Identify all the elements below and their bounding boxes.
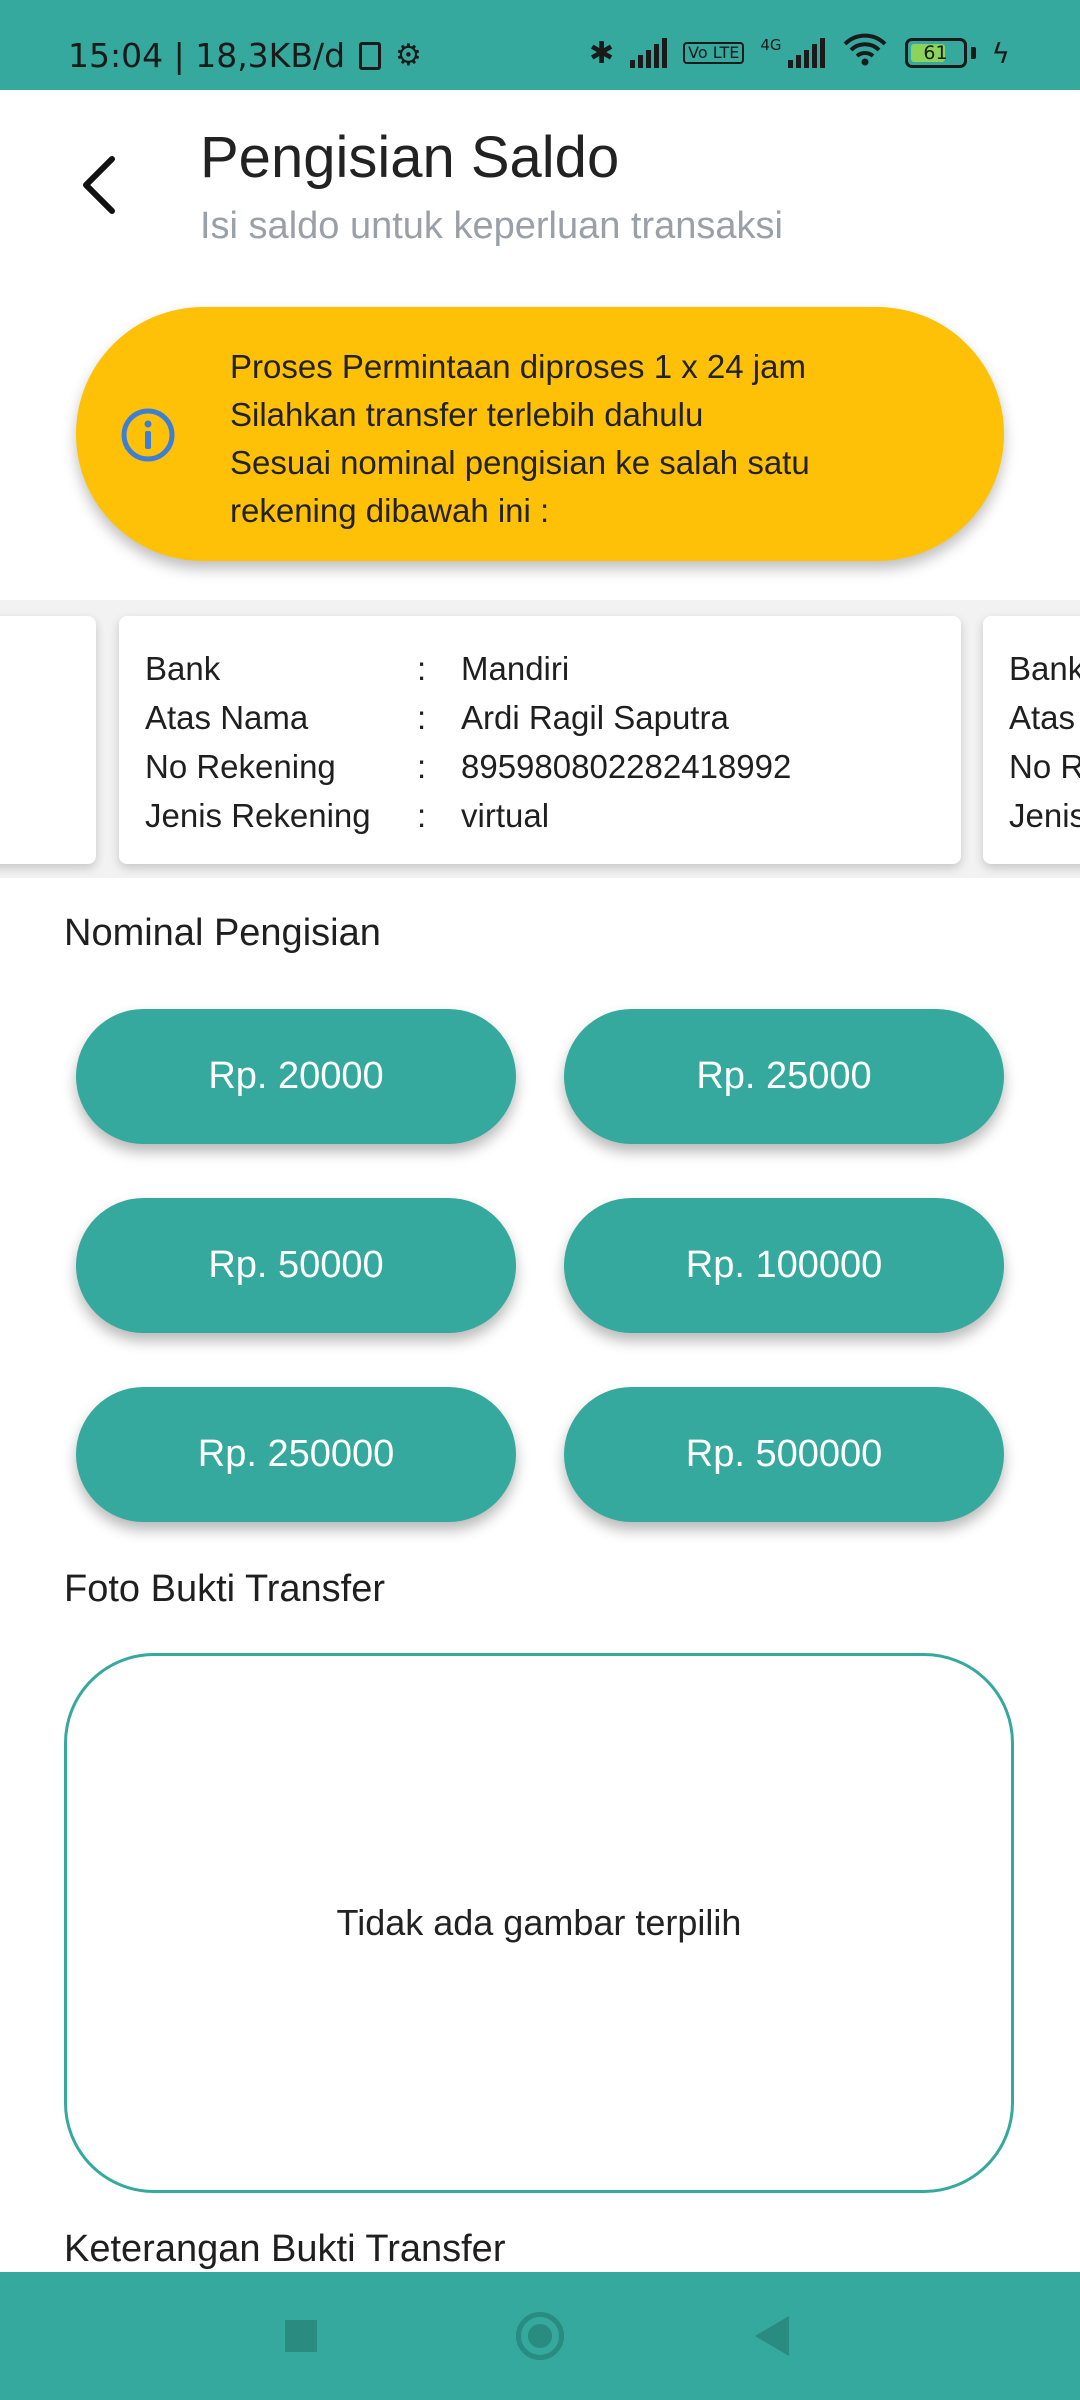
system-nav-bar	[0, 2272, 1080, 2400]
bank-card[interactable]: Bank : Mandiri Atas Nama : Ardi Ragil Sa…	[119, 616, 961, 864]
amount-button-250000[interactable]: Rp. 250000	[76, 1387, 516, 1522]
page-subtitle: Isi saldo untuk keperluan transaksi	[200, 205, 783, 247]
bank-row-value: virtual	[461, 797, 550, 834]
bank-row-value: 895980802282418992	[461, 748, 792, 785]
amount-button-500000[interactable]: Rp. 500000	[564, 1387, 1004, 1522]
info-line: Proses Permintaan diproses 1 x 24 jam	[230, 348, 806, 385]
photo-upload-area[interactable]: Tidak ada gambar terpilih	[64, 1653, 1014, 2193]
bank-row-label: No R	[1009, 748, 1080, 785]
info-line: rekening dibawah ini :	[230, 492, 550, 529]
description-label: Keterangan Bukti Transfer	[64, 2228, 506, 2270]
notification-icon	[359, 41, 382, 70]
settings-gear-icon: ⚙	[395, 38, 422, 73]
wifi-icon	[841, 32, 889, 74]
bank-row-label: Atas	[1009, 699, 1076, 736]
battery-icon: 61	[904, 38, 967, 68]
info-banner: Proses Permintaan diproses 1 x 24 jam Si…	[76, 307, 1004, 561]
back-arrow-icon	[83, 156, 115, 214]
info-line: Sesuai nominal pengisian ke salah satu	[230, 444, 810, 481]
back-button[interactable]	[58, 140, 138, 230]
network-type: 4G	[760, 36, 782, 54]
bank-row-separator: :	[417, 797, 427, 834]
bank-row-separator: :	[417, 650, 427, 687]
bank-card-previous[interactable]	[0, 616, 96, 864]
status-bar: 15:04 | 18,3KB/d ⚙ ✱ Vo LTE 4G 61 ϟ	[0, 0, 1080, 90]
bank-carousel[interactable]: Bank : Mandiri Atas Nama : Ardi Ragil Sa…	[0, 600, 1080, 878]
charging-icon: ϟ	[991, 36, 1010, 70]
bank-row: Atas	[1009, 699, 1075, 747]
bank-row: Bank	[1009, 650, 1080, 698]
info-line: Silahkan transfer terlebih dahulu	[230, 396, 704, 433]
system-back-button[interactable]	[755, 2316, 789, 2356]
nominal-label: Nominal Pengisian	[64, 912, 381, 954]
battery-tip	[970, 47, 976, 59]
bank-row-label: Bank	[1009, 650, 1080, 687]
info-icon	[121, 408, 175, 462]
volte-badge: Vo LTE	[683, 42, 745, 64]
bank-row-label: Jenis Rekening	[145, 797, 371, 834]
amount-button-100000[interactable]: Rp. 100000	[564, 1198, 1004, 1333]
bank-row-label: Atas Nama	[145, 699, 309, 736]
photo-label: Foto Bukti Transfer	[64, 1568, 386, 1610]
bank-row: Jenis	[1009, 797, 1080, 845]
bank-row-separator: :	[417, 699, 427, 736]
bank-row-separator: :	[417, 748, 427, 785]
bank-row-label: Bank	[145, 650, 221, 687]
bank-row: No R	[1009, 748, 1080, 796]
amount-button-20000[interactable]: Rp. 20000	[76, 1009, 516, 1144]
amount-button-25000[interactable]: Rp. 25000	[564, 1009, 1004, 1144]
bank-row-value: Ardi Ragil Saputra	[461, 699, 729, 736]
status-right: ✱ Vo LTE 4G 61 ϟ	[589, 32, 1010, 74]
bank-card-next[interactable]: Bank Atas No R Jenis	[983, 616, 1080, 864]
recent-apps-button[interactable]	[285, 2320, 317, 2352]
battery-level: 61	[923, 42, 948, 64]
amount-button-50000[interactable]: Rp. 50000	[76, 1198, 516, 1333]
status-left: 15:04 | 18,3KB/d ⚙	[68, 36, 422, 75]
bluetooth-icon: ✱	[589, 35, 615, 71]
signal-icon	[630, 38, 668, 68]
bank-row-label: No Rekening	[145, 748, 336, 785]
info-text: Proses Permintaan diproses 1 x 24 jam Si…	[230, 343, 810, 535]
page-title: Pengisian Saldo	[200, 125, 620, 190]
bank-row-label: Jenis	[1009, 797, 1080, 834]
home-button[interactable]	[516, 2312, 564, 2360]
signal-icon-2	[787, 38, 825, 68]
upload-empty-text: Tidak ada gambar terpilih	[336, 1902, 742, 1943]
status-time: 15:04 | 18,3KB/d	[68, 36, 346, 75]
bank-row-value: Mandiri	[461, 650, 570, 687]
